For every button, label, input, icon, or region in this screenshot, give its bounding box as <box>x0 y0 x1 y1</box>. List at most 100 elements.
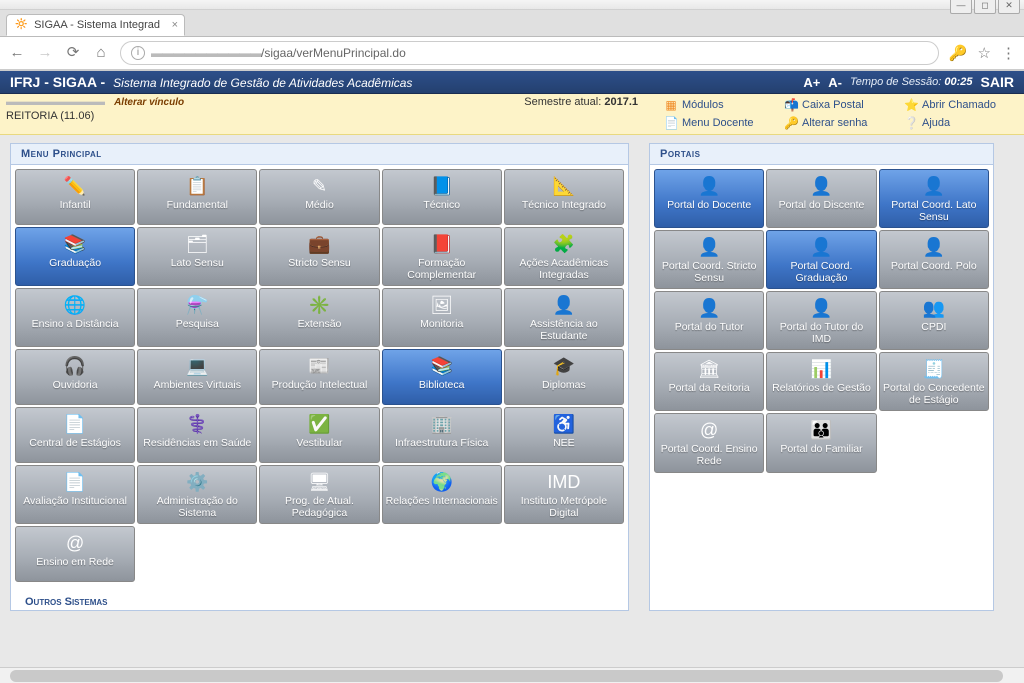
browser-menu-icon[interactable]: ⋮ <box>1001 44 1016 62</box>
outros-sistemas-title: Outros Sistemas <box>11 586 628 610</box>
menu-card-label: Prog. de Atual. Pedagógica <box>262 496 376 519</box>
menu-card-label: Extensão <box>298 319 342 331</box>
menu-card[interactable]: 🌐Ensino a Distância <box>15 288 135 347</box>
menu-card[interactable]: 🎓Diplomas <box>504 349 624 405</box>
menu-card[interactable]: 🌍Relações Internacionais <box>382 465 502 524</box>
portal-card-label: Portal do Tutor <box>675 322 744 334</box>
portal-card[interactable]: 👤Portal Coord. Lato Sensu <box>879 169 989 228</box>
menu-card[interactable]: 🗂 Lato Sensu <box>137 227 257 286</box>
menu-card[interactable]: 📄Avaliação Institucional <box>15 465 135 524</box>
menu-card[interactable]: ⚗️Pesquisa <box>137 288 257 347</box>
portal-card[interactable]: 👤Portal do Docente <box>654 169 764 228</box>
menu-card-icon: 📄 <box>61 412 89 436</box>
nav-forward-icon[interactable]: → <box>36 44 54 62</box>
menu-card[interactable]: ✅Vestibular <box>259 407 379 463</box>
menu-card[interactable]: 🖥Prog. de Atual. Pedagógica <box>259 465 379 524</box>
menu-card-icon: 🗂 <box>183 232 211 256</box>
portal-card[interactable]: 👤Portal do Discente <box>766 169 876 228</box>
menu-card[interactable]: 📚Biblioteca <box>382 349 502 405</box>
horizontal-scrollbar[interactable] <box>0 667 1024 683</box>
brand: IFRJ - SIGAA - <box>10 74 105 90</box>
menu-card[interactable]: @Ensino em Rede <box>15 526 135 582</box>
menu-card[interactable]: ✳️Extensão <box>259 288 379 347</box>
menu-card-label: Pesquisa <box>176 319 219 331</box>
menu-card[interactable]: 📘Técnico <box>382 169 502 225</box>
site-info-icon[interactable]: i <box>131 46 145 60</box>
menu-card[interactable]: 🏢Infraestrutura Física <box>382 407 502 463</box>
menu-card-label: Lato Sensu <box>171 258 224 270</box>
menu-card[interactable]: 📰Produção Intelectual <box>259 349 379 405</box>
tab-close-icon[interactable]: × <box>172 19 178 31</box>
browser-tab[interactable]: 🔆 SIGAA - Sistema Integrad × <box>6 14 185 36</box>
menu-card[interactable]: 📚Graduação <box>15 227 135 286</box>
menu-card-icon: ♿ <box>550 412 578 436</box>
menu-card[interactable]: 🎧Ouvidoria <box>15 349 135 405</box>
portal-card[interactable]: 👤Portal Coord. Graduação <box>766 230 876 289</box>
menu-card-icon: 📕 <box>428 232 456 256</box>
portal-card[interactable]: 👤Portal Coord. Stricto Sensu <box>654 230 764 289</box>
menu-card[interactable]: ⚙️Administração do Sistema <box>137 465 257 524</box>
menu-card[interactable]: 📄Central de Estágios <box>15 407 135 463</box>
portal-card[interactable]: 🏛Portal da Reitoria <box>654 352 764 411</box>
logout-button[interactable]: SAIR <box>981 74 1014 90</box>
menu-card-icon: 🌐 <box>61 293 89 317</box>
menu-card-label: Ambientes Virtuais <box>154 380 241 392</box>
quicklink-modulos[interactable]: ▦Módulos <box>658 96 778 114</box>
quicklink-caixa-postal[interactable]: 📬Caixa Postal <box>778 96 898 114</box>
portal-card-icon: 👤 <box>695 235 723 259</box>
key-saved-icon[interactable]: 🔑 <box>949 44 968 62</box>
menu-card[interactable]: ✏️Infantil <box>15 169 135 225</box>
portal-card[interactable]: 👥CPDI <box>879 291 989 350</box>
menu-card[interactable]: 🧩Ações Acadêmicas Integradas <box>504 227 624 286</box>
info-strip: ▬▬▬▬▬▬▬▬▬ Alterar vínculo REITORIA (11.0… <box>0 94 1024 135</box>
address-bar[interactable]: i ▬▬▬▬▬▬▬▬▬▬ /sigaa/verMenuPrincipal.do <box>120 41 939 65</box>
font-increase-button[interactable]: A+ <box>803 75 820 90</box>
menu-card[interactable]: 🖼Monitoria <box>382 288 502 347</box>
menu-card-icon: 🧩 <box>550 232 578 256</box>
nav-reload-icon[interactable]: ⟳ <box>64 44 82 62</box>
menu-card[interactable]: ⚕️Residências em Saúde <box>137 407 257 463</box>
menu-card[interactable]: 📕Formação Complementar <box>382 227 502 286</box>
menu-card[interactable]: ✎Médio <box>259 169 379 225</box>
portal-card[interactable]: 📊Relatórios de Gestão <box>766 352 876 411</box>
portal-card[interactable]: 👪Portal do Familiar <box>766 413 876 472</box>
window-minimize[interactable]: — <box>950 0 972 14</box>
quicklink-ajuda[interactable]: ❔Ajuda <box>898 114 1018 132</box>
nav-home-icon[interactable]: ⌂ <box>92 44 110 62</box>
menu-card-label: Assistência ao Estudante <box>507 319 621 342</box>
alterar-vinculo-link[interactable]: Alterar vínculo <box>114 97 184 108</box>
teacher-menu-icon: 📄 <box>664 116 678 130</box>
menu-card-label: Técnico Integrado <box>522 200 606 212</box>
menu-card-icon: ⚕️ <box>183 412 211 436</box>
menu-card-label: Stricto Sensu <box>288 258 350 270</box>
menu-card-icon: 🎧 <box>61 354 89 378</box>
menu-card[interactable]: 📋Fundamental <box>137 169 257 225</box>
quicklink-abrir-chamado[interactable]: ⭐Abrir Chamado <box>898 96 1018 114</box>
menu-card-icon: 🖥 <box>305 470 333 494</box>
portal-card[interactable]: 👤Portal do Tutor <box>654 291 764 350</box>
portal-card[interactable]: 👤Portal Coord. Polo <box>879 230 989 289</box>
menu-card-icon: ⚙️ <box>183 470 211 494</box>
quicklink-alterar-senha[interactable]: 🔑Alterar senha <box>778 114 898 132</box>
menu-card[interactable]: IMDInstituto Metrópole Digital <box>504 465 624 524</box>
menu-card[interactable]: 📐Técnico Integrado <box>504 169 624 225</box>
nav-back-icon[interactable]: ← <box>8 44 26 62</box>
menu-card-icon: 🌍 <box>428 470 456 494</box>
menu-principal-panel: Menu Principal ✏️Infantil📋Fundamental✎Mé… <box>10 143 629 611</box>
menu-card[interactable]: ♿NEE <box>504 407 624 463</box>
scrollbar-thumb[interactable] <box>10 670 1003 682</box>
menu-card[interactable]: 👤Assistência ao Estudante <box>504 288 624 347</box>
portal-card[interactable]: 👤Portal do Tutor do IMD <box>766 291 876 350</box>
font-decrease-button[interactable]: A- <box>828 75 842 90</box>
window-maximize[interactable]: ◻ <box>974 0 996 14</box>
portal-card-icon: 🧾 <box>920 357 948 381</box>
window-close[interactable]: ✕ <box>998 0 1020 14</box>
menu-card[interactable]: 💻Ambientes Virtuais <box>137 349 257 405</box>
bookmark-star-icon[interactable]: ☆ <box>978 44 991 62</box>
menu-card[interactable]: 💼Stricto Sensu <box>259 227 379 286</box>
menu-card-label: Avaliação Institucional <box>23 496 127 508</box>
portal-card[interactable]: @Portal Coord. Ensino Rede <box>654 413 764 472</box>
portal-card-icon: 🏛 <box>695 357 723 381</box>
quicklink-menu-docente[interactable]: 📄Menu Docente <box>658 114 778 132</box>
portal-card[interactable]: 🧾Portal do Concedente de Estágio <box>879 352 989 411</box>
